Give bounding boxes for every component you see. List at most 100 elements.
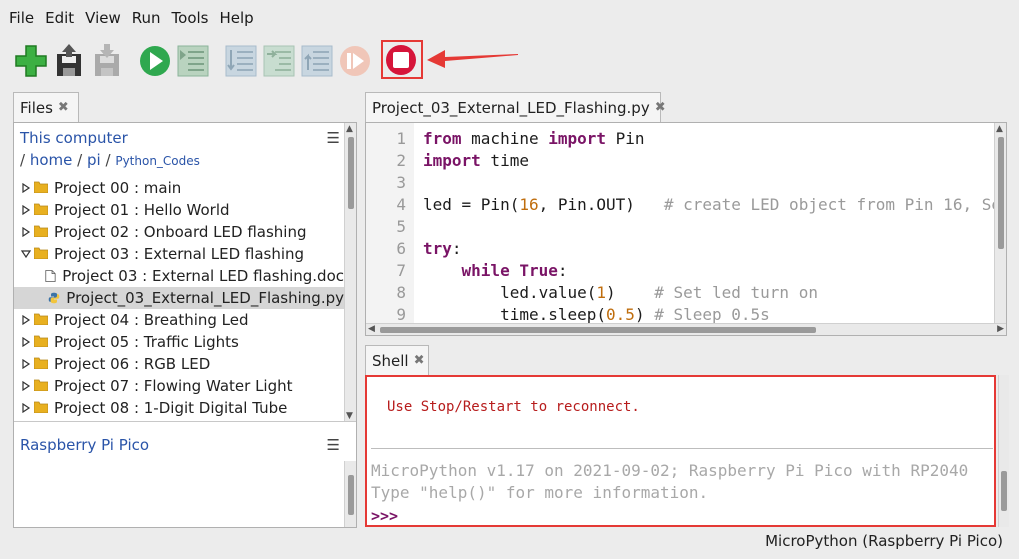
scroll-up-icon[interactable]: ▲ <box>996 124 1003 134</box>
editor-vscrollbar[interactable]: ▲ <box>994 123 1006 323</box>
code-line: led = Pin(16, Pin.OUT) # create LED obje… <box>423 195 1006 214</box>
folder-icon <box>32 399 54 417</box>
file-tree: Project 00 : main Project 01 : Hello Worl… <box>14 177 344 421</box>
scroll-right-icon[interactable]: ▶ <box>997 324 1004 334</box>
tree-item-label: Project 03 : External LED flashing.doc <box>62 267 344 285</box>
tree-item[interactable]: Project 01 : Hello World <box>14 199 344 221</box>
expand-arrow-icon[interactable] <box>20 402 32 414</box>
tree-item[interactable]: Project 08 : 1-Digit Digital Tube <box>14 397 344 419</box>
tab-shell[interactable]: Shell ✖ <box>365 345 429 375</box>
close-icon[interactable]: ✖ <box>58 100 69 115</box>
pico-scrollbar[interactable] <box>344 461 356 527</box>
menu-tools[interactable]: Tools <box>172 9 209 27</box>
line-number: 4 <box>396 195 406 214</box>
shell-console[interactable]: Use Stop/Restart to reconnect. MicroPyth… <box>365 375 996 527</box>
line-number: 7 <box>396 261 406 280</box>
code-line: while True: <box>461 261 568 280</box>
code-line: led.value(1) # Set led turn on <box>423 283 818 302</box>
step-out-button[interactable] <box>300 42 334 78</box>
save-file-button[interactable] <box>90 42 124 78</box>
expand-arrow-icon[interactable] <box>20 314 32 326</box>
scroll-left-icon[interactable]: ◀ <box>368 324 375 334</box>
folder-icon <box>32 223 54 241</box>
disk-open-icon <box>57 44 81 76</box>
load-file-button[interactable] <box>52 42 86 78</box>
debug-button[interactable] <box>176 42 210 78</box>
menu-help[interactable]: Help <box>220 9 254 27</box>
stop-button-highlight <box>381 40 423 79</box>
path-python-codes[interactable]: Python_Codes <box>115 154 200 168</box>
resume-button[interactable] <box>338 42 372 78</box>
shell-banner-line: Type "help()" for more information. <box>371 483 709 502</box>
tree-item-label: Project 00 : main <box>54 179 182 197</box>
tree-item[interactable]: Project_03_External_LED_Flashing.py <box>14 287 344 309</box>
editor-tab-label: Project_03_External_LED_Flashing.py <box>372 98 650 117</box>
tree-item[interactable]: Project 07 : Flowing Water Light <box>14 375 344 397</box>
menu-view[interactable]: View <box>85 9 121 27</box>
tree-item[interactable]: Project 03 : External LED flashing.doc <box>14 265 344 287</box>
editor-hscrollbar[interactable]: ◀ ▶ <box>366 323 1006 335</box>
shell-reconnect-message: Use Stop/Restart to reconnect. <box>387 399 640 415</box>
python-file-icon <box>49 292 60 304</box>
expand-arrow-icon[interactable] <box>20 204 32 216</box>
files-scrollbar[interactable]: ▲ ▼ <box>344 123 356 421</box>
folder-icon <box>32 201 54 219</box>
tree-item-label: Project 01 : Hello World <box>54 201 230 219</box>
collapse-arrow-icon[interactable] <box>20 248 32 260</box>
panel-divider[interactable] <box>14 421 356 422</box>
step-into-button[interactable] <box>262 42 296 78</box>
close-icon[interactable]: ✖ <box>414 353 425 368</box>
scrollbar-thumb[interactable] <box>348 475 354 515</box>
shell-scrollbar[interactable] <box>998 375 1009 527</box>
shell-prompt[interactable]: >>> <box>371 507 398 525</box>
menu-icon[interactable]: ☰ <box>327 436 340 454</box>
tab-editor-file[interactable]: Project_03_External_LED_Flashing.py ✖ <box>365 92 666 122</box>
folder-icon <box>32 333 54 351</box>
expand-arrow-icon[interactable] <box>20 336 32 348</box>
tree-item[interactable]: Project 03 : External LED flashing <box>14 243 344 265</box>
tab-files[interactable]: Files ✖ <box>13 92 79 122</box>
step-out-icon <box>301 45 333 77</box>
expand-arrow-icon[interactable] <box>20 380 32 392</box>
tab-files-label: Files <box>20 98 53 117</box>
path-sep: / <box>77 151 83 169</box>
tree-item-label: Project 07 : Flowing Water Light <box>54 377 293 395</box>
step-over-button[interactable] <box>224 42 258 78</box>
line-number: 8 <box>396 283 406 302</box>
pico-title[interactable]: Raspberry Pi Pico <box>20 436 149 454</box>
expand-arrow-icon[interactable] <box>20 226 32 238</box>
run-button[interactable] <box>138 42 172 78</box>
tree-item[interactable]: Project 00 : main <box>14 177 344 199</box>
scrollbar-thumb[interactable] <box>998 137 1004 249</box>
step-into-icon <box>263 45 295 77</box>
scrollbar-thumb[interactable] <box>1001 471 1007 511</box>
scroll-up-icon[interactable]: ▲ <box>346 124 353 134</box>
menu-edit[interactable]: Edit <box>45 9 74 27</box>
path-sep: / <box>105 151 111 169</box>
tree-item[interactable]: Project 02 : Onboard LED flashing <box>14 221 344 243</box>
path-pi[interactable]: pi <box>87 151 101 169</box>
disk-save-icon <box>95 44 119 76</box>
folder-icon <box>32 311 54 329</box>
tree-item-label: Project_03_External_LED_Flashing.py <box>66 289 344 307</box>
scrollbar-thumb[interactable] <box>348 137 354 209</box>
menu-run[interactable]: Run <box>132 9 161 27</box>
file-icon <box>45 270 56 282</box>
code-editor[interactable]: 1 2 3 4 5 6 7 8 9 from machine import Pi… <box>365 122 1007 336</box>
path-sep: / <box>20 151 26 169</box>
tree-item[interactable]: Project 04 : Breathing Led <box>14 309 344 331</box>
this-computer-title[interactable]: This computer <box>20 129 128 147</box>
scroll-down-icon[interactable]: ▼ <box>346 411 353 421</box>
new-file-button[interactable] <box>14 42 48 78</box>
expand-arrow-icon[interactable] <box>20 358 32 370</box>
close-icon[interactable]: ✖ <box>655 100 666 115</box>
expand-arrow-icon[interactable] <box>20 182 32 194</box>
menu-file[interactable]: File <box>9 9 34 27</box>
tree-item[interactable]: Project 05 : Traffic Lights <box>14 331 344 353</box>
tree-item[interactable]: Project 06 : RGB LED <box>14 353 344 375</box>
path-home[interactable]: home <box>30 151 73 169</box>
menu-icon[interactable]: ☰ <box>327 129 340 147</box>
scrollbar-thumb[interactable] <box>380 327 816 333</box>
interpreter-status[interactable]: MicroPython (Raspberry Pi Pico) <box>765 532 1003 550</box>
debug-icon <box>177 45 209 77</box>
